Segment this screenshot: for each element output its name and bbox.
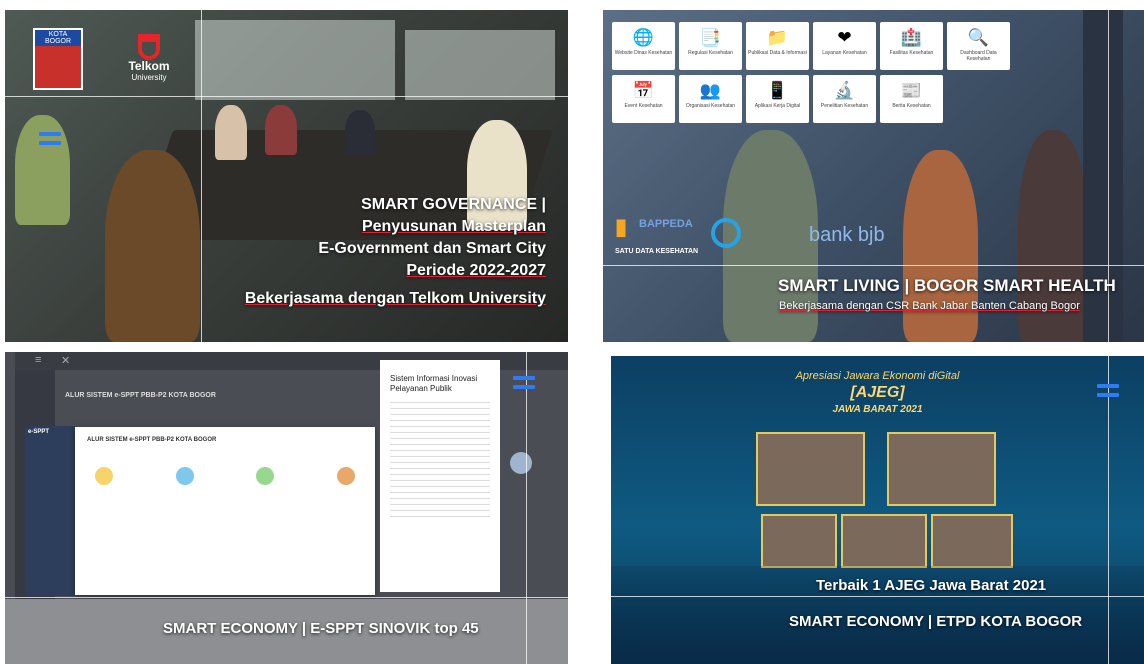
flow-step-icon xyxy=(336,467,355,485)
ajeg-header-big: [AJEG] xyxy=(850,384,905,401)
smart-governance-slide[interactable]: KOTA BOGOR Telkom University SMART GOVER… xyxy=(5,10,568,342)
sppt-doc-title: ALUR SISTEM e-SPPT PBB-P2 KOTA BOGOR xyxy=(87,437,217,443)
calendar-icon: 📅 xyxy=(632,81,655,100)
smart-living-slide[interactable]: 🌐 Website Dinas Kesehatan 📑 Regulasi Keseha… xyxy=(603,10,1144,342)
sinovik-doc-title: Sistem Informasi Inovasi Pelayanan Publi… xyxy=(390,374,478,393)
regulation-icon: 📑 xyxy=(699,28,722,47)
slide-nav-marker[interactable] xyxy=(513,376,535,389)
living-caption-subtitle: Bekerjasama dengan CSR Bank Jabar Banten… xyxy=(779,300,1080,312)
guide-line xyxy=(201,10,202,342)
flow-steps xyxy=(95,467,355,517)
kota-bogor-logo: KOTA BOGOR xyxy=(33,28,83,90)
step-badge-icon xyxy=(510,452,532,474)
bank-bjb-logo: bank bjb xyxy=(809,224,885,246)
bappeda-logo: BAPPEDA xyxy=(639,218,693,230)
video-tile xyxy=(841,514,927,568)
window-background xyxy=(195,20,395,100)
person-photo xyxy=(345,110,375,155)
health-menu-tile[interactable]: 🏥 Fasilitas Kesehatan xyxy=(880,22,943,70)
telkom-university-logo: Telkom University xyxy=(119,34,179,82)
news-icon: 📰 xyxy=(900,81,923,100)
guide-line xyxy=(603,265,1144,266)
health-menu-tile[interactable]: 📅 Event Kesehatan xyxy=(612,75,675,123)
sppt-sidebar: e-SPPT xyxy=(25,426,75,596)
guide-line xyxy=(526,352,527,664)
telkom-logo-sub: University xyxy=(131,73,167,82)
kota-bogor-logo-text: KOTA BOGOR xyxy=(35,30,81,46)
health-menu-tile[interactable]: 🔍 Dashboard Data Kesehatan xyxy=(947,22,1010,70)
guide-line xyxy=(611,596,1144,597)
etpd-caption-award: Terbaik 1 AJEG Jawa Barat 2021 xyxy=(816,577,1047,594)
telkom-logo-icon xyxy=(138,34,160,60)
video-tile xyxy=(761,514,837,568)
ajeg-header-small: Apresiasi Jawara Ekonomi diGital xyxy=(795,370,960,382)
person-photo xyxy=(903,150,978,342)
governance-caption-line-2: Penyusunan Masterplan xyxy=(361,218,546,235)
globe-icon: 🌐 xyxy=(632,28,655,47)
telkom-logo-name: Telkom xyxy=(128,59,170,73)
health-office-logo-icon xyxy=(711,218,741,248)
hospital-icon: 🏥 xyxy=(900,28,923,47)
governance-caption-line-1: SMART GOVERNANCE | xyxy=(361,196,546,213)
ajeg-header-region: JAWA BARAT 2021 xyxy=(832,404,923,415)
governance-caption-line-5: Bekerjasama dengan Telkom University xyxy=(244,290,546,307)
health-menu-tile-label: Aplikasi Kerja Digital xyxy=(754,103,801,109)
living-caption-title: SMART LIVING | BOGOR SMART HEALTH xyxy=(778,276,1116,295)
slide-nav-marker[interactable] xyxy=(39,132,61,145)
flow-step-icon xyxy=(95,467,113,485)
health-menu-tile[interactable]: 📁 Publikasi Data & Informasi xyxy=(746,22,809,70)
close-icon[interactable]: ✕ xyxy=(61,354,70,367)
research-icon: 🔬 xyxy=(833,81,856,100)
organization-icon: 👥 xyxy=(699,81,722,100)
health-menu-tile-label: Website Dinas Kesehatan xyxy=(614,50,673,56)
health-menu-tile[interactable]: ❤ Layanan Kesehatan xyxy=(813,22,876,70)
etpd-caption-title: SMART ECONOMY | ETPD KOTA BOGOR xyxy=(789,613,1083,630)
video-tile xyxy=(756,432,865,506)
health-menu-tile-label: Publikasi Data & Informasi xyxy=(748,50,807,56)
governance-caption-line-4: Periode 2022-2027 xyxy=(406,262,546,279)
sinovik-document: Sistem Informasi Inovasi Pelayanan Publi… xyxy=(380,360,500,592)
governance-caption-line-3: E-Government dan Smart City xyxy=(318,240,546,257)
app-icon: 📱 xyxy=(766,81,789,100)
health-menu-tile[interactable]: 👥 Organisasi Kesehatan xyxy=(679,75,742,123)
health-menu-tile[interactable]: 📱 Aplikasi Kerja Digital xyxy=(746,75,809,123)
guide-line xyxy=(5,597,568,598)
menu-icon[interactable]: ≡ xyxy=(35,354,41,366)
sppt-brand: e-SPPT xyxy=(28,429,50,435)
dashboard-search-icon: 🔍 xyxy=(967,28,990,47)
flow-step-icon xyxy=(256,467,275,485)
satu-data-logo-text: SATU DATA KESEHATAN xyxy=(615,248,699,255)
sppt-flow-document: ALUR SISTEM e-SPPT PBB-P2 KOTA BOGOR xyxy=(75,427,375,595)
health-menu-tile-label: Event Kesehatan xyxy=(624,103,663,109)
health-menu-tile[interactable]: 📑 Regulasi Kesehatan xyxy=(679,22,742,70)
flow-step-icon xyxy=(175,467,194,485)
health-menu-tile-label: Berita Kesehatan xyxy=(892,103,931,109)
health-menu-tile-label: Penelitian Kesehatan xyxy=(820,103,869,109)
folder-icon: 📁 xyxy=(766,28,789,47)
health-menu-tile[interactable]: 📰 Berita Kesehatan xyxy=(880,75,943,123)
video-tile xyxy=(931,514,1013,568)
guide-line xyxy=(5,96,568,97)
health-menu-tile-label: Fasilitas Kesehatan xyxy=(889,50,934,56)
video-tile xyxy=(887,432,996,506)
person-photo xyxy=(215,105,247,160)
sppt-caption: SMART ECONOMY | E-SPPT SINOVIK top 45 xyxy=(163,620,479,637)
health-menu-tile-label: Regulasi Kesehatan xyxy=(688,50,733,56)
health-menu-tile[interactable]: 🔬 Penelitian Kesehatan xyxy=(813,75,876,123)
satu-data-logo-icon: ▮ xyxy=(615,214,628,239)
sinovik-doc-text xyxy=(390,402,490,522)
health-menu-tile-label: Organisasi Kesehatan xyxy=(685,103,736,109)
sppt-header-title: ALUR SISTEM e-SPPT PBB-P2 KOTA BOGOR xyxy=(65,392,216,399)
health-menu-tile-label: Layanan Kesehatan xyxy=(822,50,867,56)
health-menu-tile-label: Dashboard Data Kesehatan xyxy=(960,50,997,62)
smart-economy-etpd-slide[interactable]: Apresiasi Jawara Ekonomi diGital [AJEG] … xyxy=(611,356,1144,664)
guide-line xyxy=(1108,356,1109,664)
person-photo xyxy=(105,150,200,342)
window-background xyxy=(405,30,555,100)
person-photo xyxy=(265,105,297,155)
health-menu-tile[interactable]: 🌐 Website Dinas Kesehatan xyxy=(612,22,675,70)
health-service-icon: ❤ xyxy=(837,28,852,47)
smart-economy-sppt-slide[interactable]: ≡ ✕ ALUR SISTEM e-SPPT PBB-P2 KOTA BOGOR… xyxy=(5,352,568,664)
slide-nav-marker[interactable] xyxy=(1097,384,1119,397)
